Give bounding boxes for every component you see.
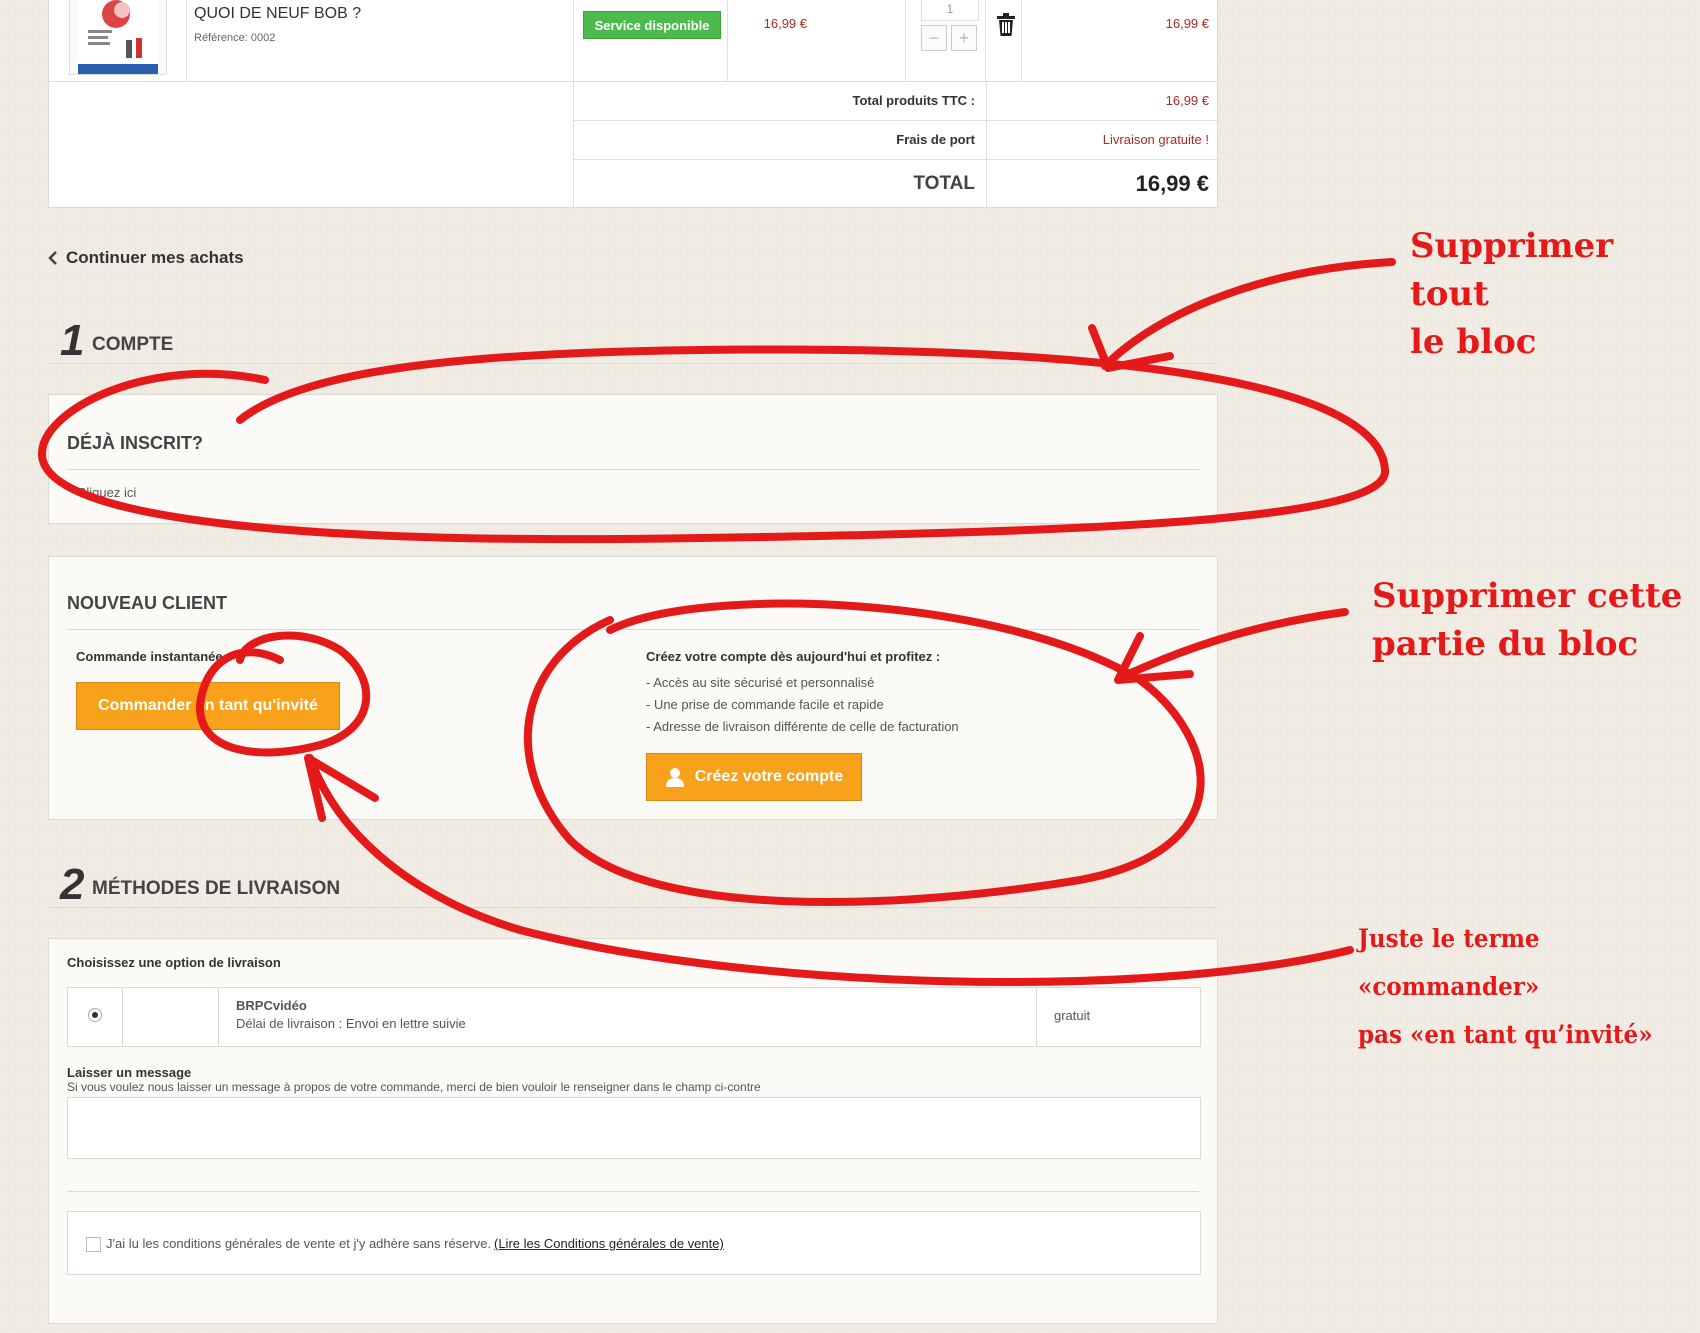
- already-registered-title: DÉJÀ INSCRIT?: [67, 433, 204, 453]
- benefit-item: - Adresse de livraison différente de cel…: [646, 719, 959, 734]
- login-click-here-link[interactable]: Cliquez ici: [77, 485, 136, 500]
- delivery-option-row[interactable]: BRPCvidéo Délai de livraison : Envoi en …: [67, 987, 1201, 1047]
- new-client-panel: NOUVEAU CLIENT Commande instantanée Comm…: [48, 556, 1218, 820]
- line-total: 16,99 €: [1165, 16, 1209, 31]
- annotation-note-2: Supprimer cette partie du bloc: [1372, 576, 1683, 664]
- delivery-option-radio[interactable]: [88, 1008, 102, 1022]
- step-2-title: MÉTHODES DE LIVRAISON: [92, 878, 341, 899]
- cart-summary-table: QUOI DE NEUF BOB ? Référence: 0002 Servi…: [48, 0, 1219, 209]
- total-products-value: 16,99 €: [1165, 93, 1209, 108]
- continue-shopping-link[interactable]: Continuer mes achats: [48, 248, 244, 268]
- benefit-item: - Une prise de commande facile et rapide: [646, 697, 884, 712]
- step-2-heading: 2 MÉTHODES DE LIVRAISON: [48, 858, 1218, 909]
- grand-total-label: TOTAL: [913, 173, 975, 194]
- guest-checkout-label: Commander en tant qu'invité: [98, 697, 318, 714]
- carrier-price: gratuit: [1054, 1008, 1091, 1023]
- product-name[interactable]: QUOI DE NEUF BOB ?: [194, 5, 361, 23]
- terms-box: J'ai lu les conditions générales de vent…: [67, 1211, 1201, 1275]
- availability-badge: Service disponible: [583, 11, 721, 39]
- shipping-value: Livraison gratuite !: [1102, 132, 1209, 147]
- quantity-decrease-button[interactable]: −: [921, 25, 947, 51]
- carrier-delay: Délai de livraison : Envoi en lettre sui…: [236, 1016, 466, 1031]
- create-account-button[interactable]: Créez votre compte: [646, 753, 862, 801]
- message-textarea[interactable]: [67, 1097, 1201, 1159]
- terms-checkbox[interactable]: [86, 1237, 101, 1252]
- terms-text: J'ai lu les conditions générales de vent…: [106, 1236, 492, 1251]
- trash-icon[interactable]: [995, 13, 1017, 37]
- chevron-left-icon: [48, 251, 57, 265]
- new-client-title: NOUVEAU CLIENT: [67, 593, 228, 613]
- annotation-note-3: Juste le terme «commander» pas «en tant …: [1358, 924, 1653, 1049]
- shipping-label: Frais de port: [896, 132, 975, 147]
- message-help: Si vous voulez nous laisser un message à…: [67, 1080, 761, 1094]
- delivery-choose-label: Choisissez une option de livraison: [67, 955, 281, 970]
- delivery-panel: Choisissez une option de livraison BRPCv…: [48, 938, 1218, 1324]
- message-label: Laisser un message: [67, 1065, 192, 1080]
- unit-price: 16,99 €: [763, 16, 807, 31]
- user-icon: [665, 768, 684, 787]
- guest-checkout-button[interactable]: Commander en tant qu'invité: [76, 682, 340, 730]
- product-thumbnail[interactable]: [69, 0, 167, 75]
- quantity-input[interactable]: 1: [921, 0, 979, 21]
- already-registered-panel: DÉJÀ INSCRIT? Cliquez ici: [48, 394, 1218, 524]
- create-account-heading: Créez votre compte dès aujourd'hui et pr…: [646, 649, 941, 664]
- create-account-label: Créez votre compte: [694, 768, 844, 785]
- grand-total-value: 16,99 €: [1135, 171, 1209, 196]
- step-2-number: 2: [60, 860, 85, 909]
- continue-shopping-label: Continuer mes achats: [66, 248, 244, 267]
- total-products-label: Total produits TTC :: [852, 93, 975, 108]
- quantity-increase-button[interactable]: +: [951, 25, 977, 51]
- terms-link[interactable]: (Lire les Conditions générales de vente): [494, 1236, 724, 1251]
- step-1-title: COMPTE: [92, 334, 174, 355]
- carrier-name: BRPCvidéo: [236, 998, 307, 1013]
- benefit-item: - Accès au site sécurisé et personnalisé: [646, 675, 875, 690]
- product-reference: Référence: 0002: [194, 32, 276, 44]
- instant-order-label: Commande instantanée: [76, 649, 223, 664]
- step-1-number: 1: [60, 316, 85, 365]
- step-1-heading: 1 COMPTE: [48, 314, 1218, 365]
- annotation-note-1: Supprimer tout le bloc: [1410, 226, 1614, 362]
